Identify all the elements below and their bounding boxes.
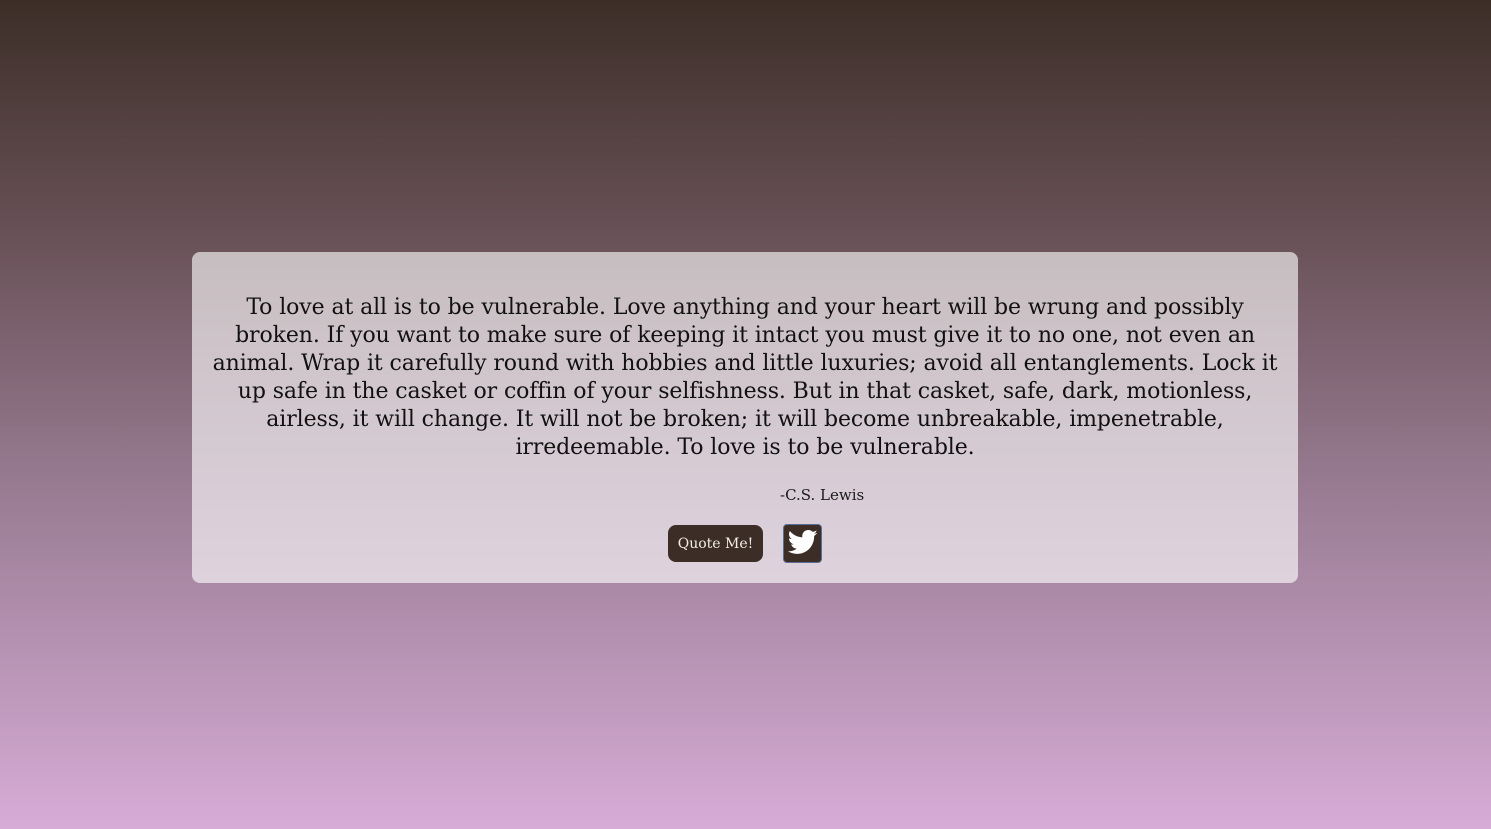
quote-text: To love at all is to be vulnerable. Love… bbox=[212, 295, 1278, 460]
new-quote-button[interactable]: Quote Me! bbox=[667, 525, 764, 562]
quote-author: -C.S. Lewis bbox=[780, 486, 865, 504]
twitter-bird-icon bbox=[787, 527, 818, 561]
tweet-quote-button[interactable] bbox=[783, 524, 823, 563]
quote-actions: Quote Me! bbox=[208, 524, 1282, 563]
quote-box: To love at all is to be vulnerable. Love… bbox=[192, 252, 1298, 583]
